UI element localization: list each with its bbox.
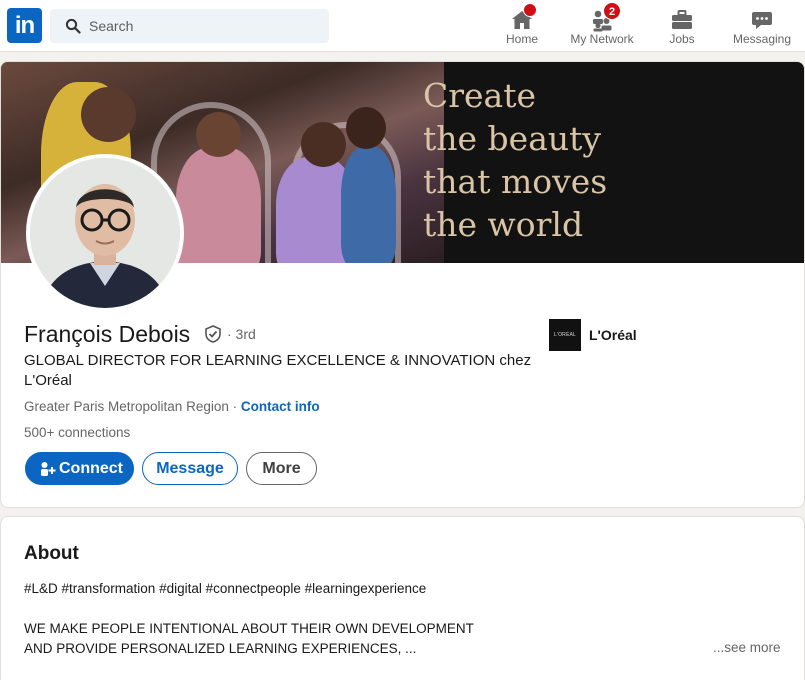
banner-tagline: Create the beauty that moves the world [423, 76, 608, 244]
briefcase-icon [672, 10, 692, 29]
profile-headline: GLOBAL DIRECTOR FOR LEARNING EXCELLENCE … [24, 352, 532, 389]
nav-home-label: Home [505, 32, 538, 46]
more-button[interactable]: More [246, 452, 317, 485]
nav-jobs[interactable]: Jobs [660, 0, 704, 52]
nav-my-network[interactable]: 2 My Network [563, 0, 641, 52]
top-nav: in Search Home 2 My Network Jobs Messagi… [0, 0, 805, 52]
profile-location: Greater Paris Metropolitan Region · Cont… [24, 399, 320, 414]
nav-home[interactable]: Home [497, 0, 547, 52]
company-name: L'Oréal [589, 327, 637, 343]
company-logo: L'ORÉAL [549, 319, 581, 351]
search-input[interactable]: Search [89, 9, 133, 43]
connections-count[interactable]: 500+ connections [24, 425, 130, 440]
nav-messaging-label: Messaging [732, 32, 792, 46]
connection-degree: · 3rd [227, 326, 256, 342]
about-text: #L&D #transformation #digital #connectpe… [24, 579, 584, 659]
message-button[interactable]: Message [142, 452, 238, 485]
profile-card: Create the beauty that moves the world F… [0, 61, 805, 508]
nav-my-network-label: My Network [570, 32, 634, 46]
linkedin-logo[interactable]: in [7, 8, 42, 43]
about-card: About #L&D #transformation #digital #con… [0, 516, 805, 680]
connect-button[interactable]: Connect [25, 452, 134, 485]
contact-info-link[interactable]: Contact info [241, 399, 320, 414]
profile-name: François Debois [24, 321, 191, 347]
nav-jobs-label: Jobs [669, 32, 695, 46]
about-line-1: WE MAKE PEOPLE INTENTIONAL ABOUT THEIR O… [24, 621, 474, 636]
search-icon [65, 18, 81, 34]
add-person-icon [41, 462, 56, 476]
connect-label: Connect [59, 460, 123, 477]
see-more-link[interactable]: ...see more [713, 640, 781, 655]
notification-dot [523, 3, 537, 17]
nav-messaging[interactable]: Messaging [728, 0, 796, 52]
messaging-icon [752, 12, 772, 29]
about-title: About [24, 543, 79, 564]
search-bar[interactable]: Search [50, 9, 329, 43]
about-hashtags: #L&D #transformation #digital #connectpe… [24, 581, 427, 596]
verified-shield-icon[interactable] [204, 325, 222, 343]
avatar-photo [30, 158, 180, 308]
profile-avatar[interactable] [26, 154, 184, 312]
network-badge: 2 [603, 2, 621, 20]
about-line-2: AND PROVIDE PERSONALIZED LEARNING EXPERI… [24, 641, 417, 656]
